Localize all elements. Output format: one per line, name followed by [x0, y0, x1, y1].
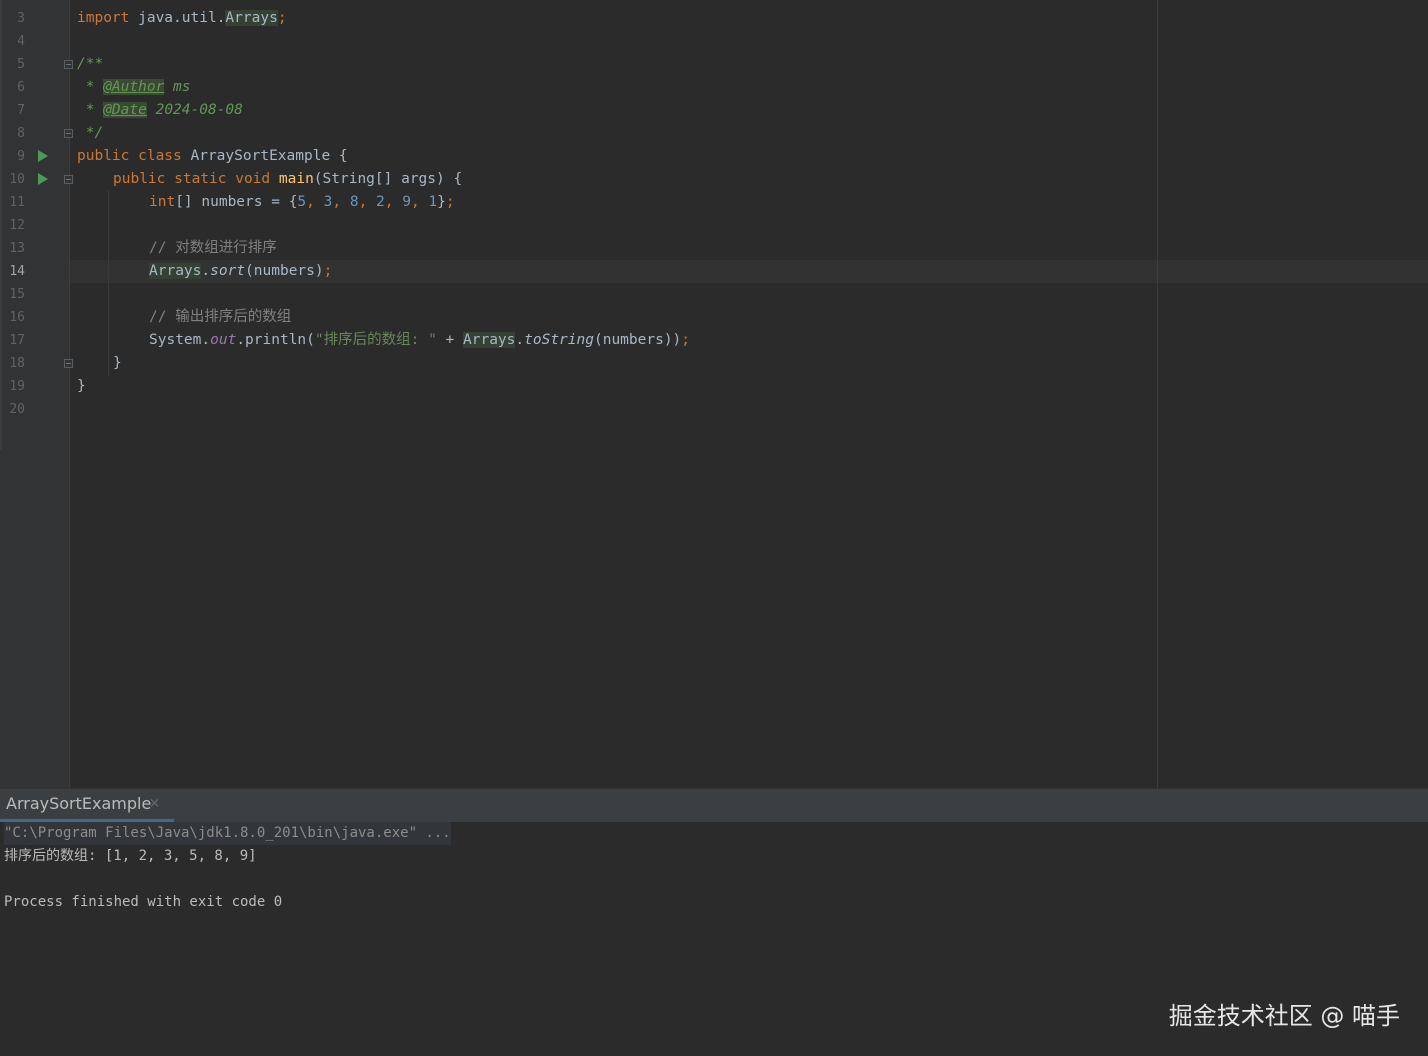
- method-println: .println(: [236, 332, 315, 348]
- code-line-println[interactable]: System.out.println("排序后的数组: " + Arrays.t…: [149, 329, 690, 352]
- keyword-int: int: [149, 194, 176, 210]
- code-line-import[interactable]: import java.util.Arrays;: [77, 7, 287, 30]
- fold-method-icon[interactable]: [64, 175, 73, 184]
- dot: .: [201, 263, 211, 279]
- line-number: 18: [9, 356, 25, 371]
- doc-date-value: 2024-08-08: [146, 102, 243, 118]
- run-main-icon[interactable]: [38, 173, 48, 185]
- class-arrays: Arrays: [463, 332, 516, 348]
- code-line-sort-call[interactable]: Arrays.sort(numbers);: [149, 260, 332, 283]
- class-name: ArraySortExample {: [181, 148, 348, 164]
- plus-operator: +: [436, 332, 464, 348]
- run-tab-arraysortexample[interactable]: ArraySortExample ×: [0, 789, 174, 822]
- line-number-current: 14: [9, 264, 25, 279]
- code-line-main-decl[interactable]: public static void main(String[] args) {: [113, 168, 462, 191]
- semicolon: ;: [445, 194, 455, 210]
- main-params: (String[] args) {: [313, 171, 463, 187]
- doc-tag-date: @Date: [103, 102, 147, 118]
- sort-args: (numbers): [245, 263, 324, 279]
- run-tab-label: ArraySortExample: [6, 794, 152, 813]
- keyword-public-class: public class: [77, 148, 182, 164]
- line-number: 15: [9, 287, 25, 302]
- semicolon: ;: [277, 10, 287, 26]
- console-output: 排序后的数组: [1, 2, 3, 5, 8, 9]: [4, 848, 257, 864]
- code-line-class-close[interactable]: }: [77, 375, 86, 398]
- code-line-comment-sort[interactable]: // 对数组进行排序: [149, 237, 277, 260]
- number-literal: 2: [376, 194, 385, 210]
- line-number: 8: [17, 126, 25, 141]
- string-literal: "排序后的数组: ": [314, 332, 437, 348]
- fold-method-end-icon[interactable]: [64, 359, 73, 368]
- line-number: 10: [9, 172, 25, 187]
- number-literal: 5: [297, 194, 307, 210]
- code-line-doc-open[interactable]: /**: [77, 53, 103, 76]
- line-number: 11: [9, 195, 25, 210]
- console-exit-message: Process finished with exit code 0: [4, 894, 283, 910]
- code-editor[interactable]: 3 4 5 6 7 8 9 10 11 12 13 14 15 16 17 18…: [0, 0, 1428, 788]
- line-number: 3: [17, 11, 25, 26]
- doc-star: *: [77, 79, 104, 95]
- line-number: 19: [9, 379, 25, 394]
- dot: .: [515, 332, 525, 348]
- import-class-highlighted: Arrays: [225, 10, 278, 26]
- run-class-icon[interactable]: [38, 150, 48, 162]
- line-number: 9: [17, 149, 25, 164]
- keyword-public-static-void: public static void: [113, 171, 271, 187]
- code-line-doc-close[interactable]: */: [77, 122, 103, 145]
- indent-guide: [108, 190, 109, 376]
- line-number: 7: [17, 103, 25, 118]
- semicolon: ;: [323, 263, 333, 279]
- code-line-array-decl[interactable]: int[] numbers = {5, 3, 8, 2, 9, 1};: [149, 191, 455, 214]
- fold-doc-end-icon[interactable]: [64, 129, 73, 138]
- array-decl: [] numbers = {: [175, 194, 298, 210]
- semicolon: ;: [681, 332, 691, 348]
- number-literal: 8: [349, 194, 359, 210]
- right-margin-guide: [1157, 0, 1158, 788]
- class-arrays: Arrays: [149, 263, 202, 279]
- doc-author-value: ms: [164, 79, 191, 95]
- code-line-class-decl[interactable]: public class ArraySortExample {: [77, 145, 348, 168]
- method-sort: sort: [210, 263, 246, 279]
- code-line-author[interactable]: * @Author ms: [77, 76, 191, 99]
- field-out: out: [210, 332, 237, 348]
- line-number: 20: [9, 402, 25, 417]
- keyword-import: import: [77, 10, 130, 26]
- line-number: 6: [17, 80, 25, 95]
- line-number: 17: [9, 333, 25, 348]
- system-class: System.: [149, 332, 211, 348]
- run-tool-window-tabs: ArraySortExample ×: [0, 788, 1428, 822]
- method-tostring: toString: [524, 332, 594, 348]
- method-name-main: main: [278, 171, 314, 187]
- number-literal: 1: [428, 194, 438, 210]
- line-number: 5: [17, 57, 25, 72]
- code-line-date[interactable]: * @Date 2024-08-08: [77, 99, 243, 122]
- array-close: }: [437, 194, 446, 210]
- code-line-method-close[interactable]: }: [113, 352, 122, 375]
- import-package: java.util.: [129, 10, 226, 26]
- line-number: 4: [17, 34, 25, 49]
- close-icon[interactable]: ×: [149, 796, 160, 811]
- line-number: 16: [9, 310, 25, 325]
- doc-tag-author: @Author: [103, 79, 165, 95]
- watermark: 掘金技术社区 @ 喵手: [1168, 1002, 1400, 1030]
- console-command: "C:\Program Files\Java\jdk1.8.0_201\bin\…: [4, 822, 451, 845]
- doc-star: *: [77, 102, 104, 118]
- tostring-args: (numbers)): [593, 332, 682, 348]
- fold-doc-icon[interactable]: [64, 60, 73, 69]
- code-line-comment-output[interactable]: // 输出排序后的数组: [149, 306, 291, 329]
- line-number-gutter: 3 4 5 6 7 8 9 10 11 12 13 14 15 16 17 18…: [0, 0, 73, 788]
- line-number: 12: [9, 218, 25, 233]
- number-literal: 9: [402, 194, 411, 210]
- line-number: 13: [9, 241, 25, 256]
